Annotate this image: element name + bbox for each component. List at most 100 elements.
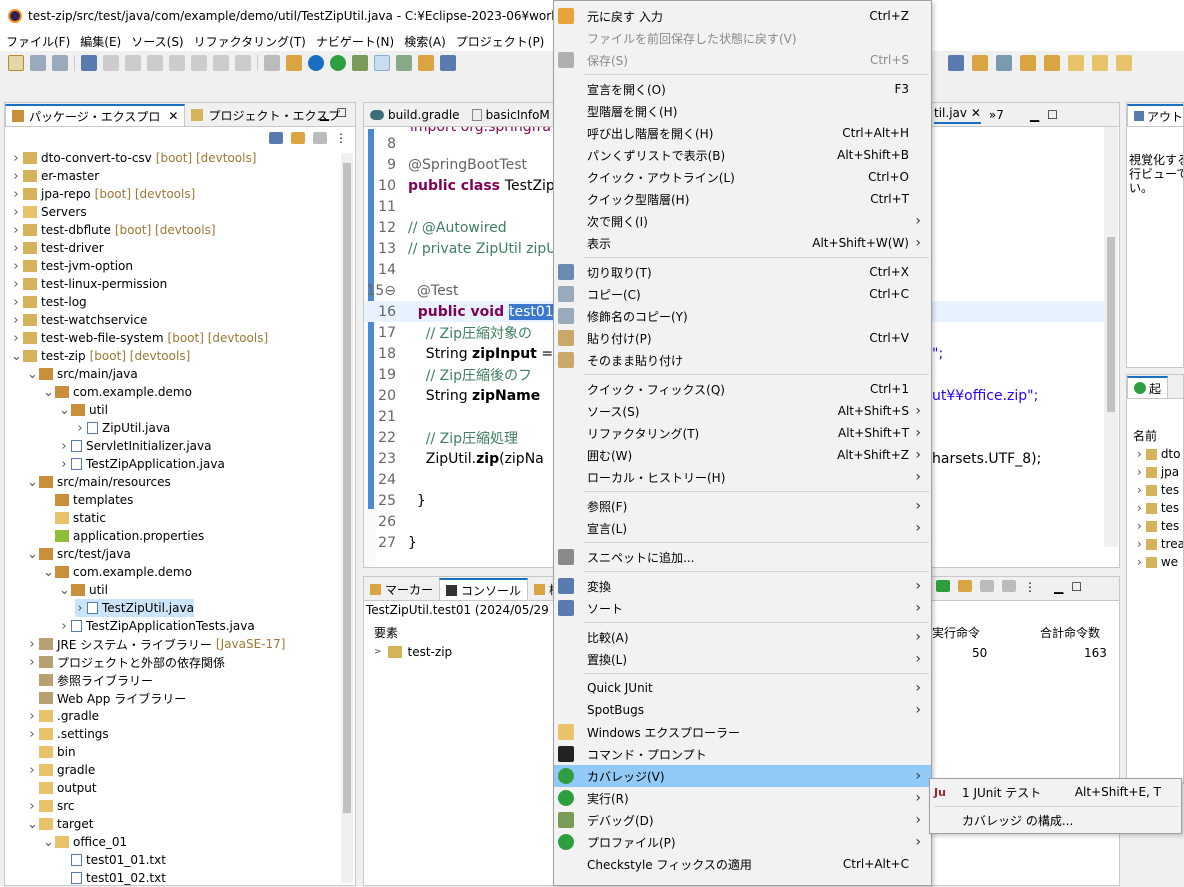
tree-item[interactable]: ⌄ src/main/java — [27, 365, 138, 383]
tree-item[interactable]: ⌄ com.example.demo — [43, 563, 192, 581]
chevron-right-icon[interactable]: › — [1137, 555, 1142, 569]
tree-item[interactable]: static — [43, 509, 106, 527]
tree-item[interactable]: bin — [27, 743, 76, 761]
tree-item[interactable]: › gradle — [27, 761, 95, 779]
scrollbar[interactable] — [341, 153, 353, 883]
menu-item[interactable]: 次で開く(I) › — [554, 210, 931, 232]
view-menu-icon[interactable]: ⋮ — [1024, 580, 1036, 594]
prev-annotation-icon[interactable] — [1044, 55, 1060, 71]
resume-icon[interactable] — [103, 55, 119, 71]
chevron-down-icon[interactable]: ⌄ — [59, 583, 70, 598]
chevron-down-icon[interactable]: ⌄ — [11, 349, 22, 364]
chevron-right-icon[interactable]: › — [11, 241, 21, 256]
menu-item[interactable]: ソート › — [554, 597, 931, 619]
column-total[interactable]: 合計命令数 — [1040, 624, 1100, 641]
tree-item[interactable]: templates — [43, 491, 133, 509]
chevron-down-icon[interactable]: ⌄ — [27, 367, 38, 382]
menu-item[interactable]: 切り取り(T) Ctrl+X — [554, 261, 931, 283]
tree-item[interactable]: › ServletInitializer.java — [59, 437, 211, 455]
task-icon[interactable] — [418, 55, 434, 71]
tree-item[interactable]: test01_01.txt — [59, 851, 166, 869]
chevron-right-icon[interactable]: › — [75, 421, 85, 436]
tab-markers[interactable]: マーカー — [364, 578, 439, 600]
tree-item[interactable]: ⌄ office_01 — [43, 833, 127, 851]
tree-item[interactable]: ⌄ src/main/resources — [27, 473, 171, 491]
chevron-right-icon[interactable]: › — [11, 151, 21, 166]
menu-item[interactable]: 実行(R) › — [554, 787, 931, 809]
maximize-icon[interactable]: ☐ — [1047, 108, 1058, 122]
chevron-down-icon[interactable]: ⌄ — [27, 475, 38, 490]
menu-0[interactable]: ファイル(F) — [6, 33, 70, 50]
tree-item[interactable]: › TestZipApplicationTests.java — [59, 617, 254, 635]
tab-package-explorer[interactable]: パッケージ・エクスプロ ✕ — [5, 104, 186, 126]
chevron-right-icon[interactable]: › — [11, 169, 21, 184]
disconnect-icon[interactable] — [169, 55, 185, 71]
step-into-icon[interactable] — [191, 55, 207, 71]
chevron-right-icon[interactable]: › — [11, 277, 21, 292]
menu-item[interactable]: プロファイル(P) › — [554, 831, 931, 853]
menu-item[interactable]: カバレッジ(V) › — [554, 765, 931, 787]
tree-item[interactable]: ⌄ com.example.demo — [43, 383, 192, 401]
tree-item[interactable]: Web App ライブラリー — [27, 689, 186, 707]
new-icon[interactable] — [8, 55, 24, 71]
close-icon[interactable]: ✕ — [971, 106, 981, 120]
remove-icon[interactable] — [980, 580, 994, 592]
boot-list-item[interactable]: › tes — [1137, 501, 1179, 515]
tree-item[interactable]: › er-master — [11, 167, 99, 185]
column-executed[interactable]: 実行命令 — [932, 624, 980, 641]
more-tabs-button[interactable]: »7 — [989, 108, 1004, 122]
tree-item[interactable]: › test-watchservice — [11, 311, 147, 329]
chevron-right-icon[interactable]: › — [11, 223, 21, 238]
menu-6[interactable]: プロジェクト(P) — [456, 33, 545, 50]
boot-list-item[interactable]: › we — [1137, 555, 1178, 569]
merge-icon[interactable] — [958, 580, 972, 592]
menu-1[interactable]: 編集(E) — [80, 33, 121, 50]
filter-icon[interactable] — [313, 132, 327, 144]
menu-item[interactable]: 変換 › — [554, 575, 931, 597]
tab-basicinfo[interactable]: basicInfoM — [466, 104, 556, 126]
menu-item[interactable]: 型階層を開く(H) — [554, 100, 931, 122]
chevron-right-icon[interactable]: › — [27, 655, 37, 670]
menu-3[interactable]: リファクタリング(T) — [194, 33, 306, 50]
boot-list-item[interactable]: › jpa — [1137, 465, 1179, 479]
save-icon[interactable] — [30, 55, 46, 71]
collapse-all-icon[interactable] — [269, 132, 283, 144]
tree-item[interactable]: › test-jvm-option — [11, 257, 133, 275]
tree-item[interactable]: › test-dbflute [boot] [devtools] — [11, 221, 215, 239]
boot-list-item[interactable]: › trea — [1137, 537, 1183, 551]
chevron-right-icon[interactable]: > — [374, 647, 382, 657]
terminal-icon[interactable] — [81, 55, 97, 71]
menu-item[interactable]: 修飾名のコピー(Y) — [554, 305, 931, 327]
menu-item[interactable]: スニペットに追加... — [554, 546, 931, 568]
tree-item[interactable]: › JRE システム・ライブラリー [JavaSE-17] — [27, 635, 285, 653]
view-menu-icon[interactable]: ⋮ — [335, 131, 347, 145]
tab-console[interactable]: コンソール — [439, 578, 529, 600]
maximize-icon[interactable]: ☐ — [1071, 580, 1082, 594]
collapse-icon[interactable] — [1002, 580, 1016, 592]
chevron-right-icon[interactable]: › — [11, 313, 21, 328]
settings-icon[interactable] — [308, 55, 324, 71]
tree-item[interactable]: ⌄ util — [59, 581, 108, 599]
chevron-right-icon[interactable]: › — [11, 205, 21, 220]
step-over-icon[interactable] — [213, 55, 229, 71]
menu-item[interactable]: そのまま貼り付け — [554, 349, 931, 371]
chevron-down-icon[interactable]: ⌄ — [27, 547, 38, 562]
menu-item[interactable]: リファクタリング(T) Alt+Shift+T › — [554, 422, 931, 444]
chevron-right-icon[interactable]: › — [27, 799, 37, 814]
tree-item[interactable]: › .settings — [27, 725, 108, 743]
menu-item[interactable]: コピー(C) Ctrl+C — [554, 283, 931, 305]
menu-item[interactable]: 元に戻す 入力 Ctrl+Z — [554, 5, 931, 27]
menu-item[interactable]: クイック型階層(H) Ctrl+T — [554, 188, 931, 210]
tree-item[interactable]: › test-linux-permission — [11, 275, 167, 293]
chevron-right-icon[interactable]: › — [1137, 537, 1142, 551]
menu-item[interactable]: ソース(S) Alt+Shift+S › — [554, 400, 931, 422]
tree-item[interactable]: › src — [27, 797, 74, 815]
minimize-icon[interactable]: ▁ — [320, 107, 329, 121]
chevron-right-icon[interactable]: › — [27, 763, 37, 778]
tree-item[interactable]: ⌄ target — [27, 815, 94, 833]
open-type-icon[interactable] — [440, 55, 456, 71]
save-all-icon[interactable] — [52, 55, 68, 71]
tree-item[interactable]: › ZipUtil.java — [75, 419, 170, 437]
menu-item[interactable]: 置換(L) › — [554, 648, 931, 670]
menu-item[interactable]: Checkstyle フィックスの適用 Ctrl+Alt+C — [554, 853, 931, 875]
